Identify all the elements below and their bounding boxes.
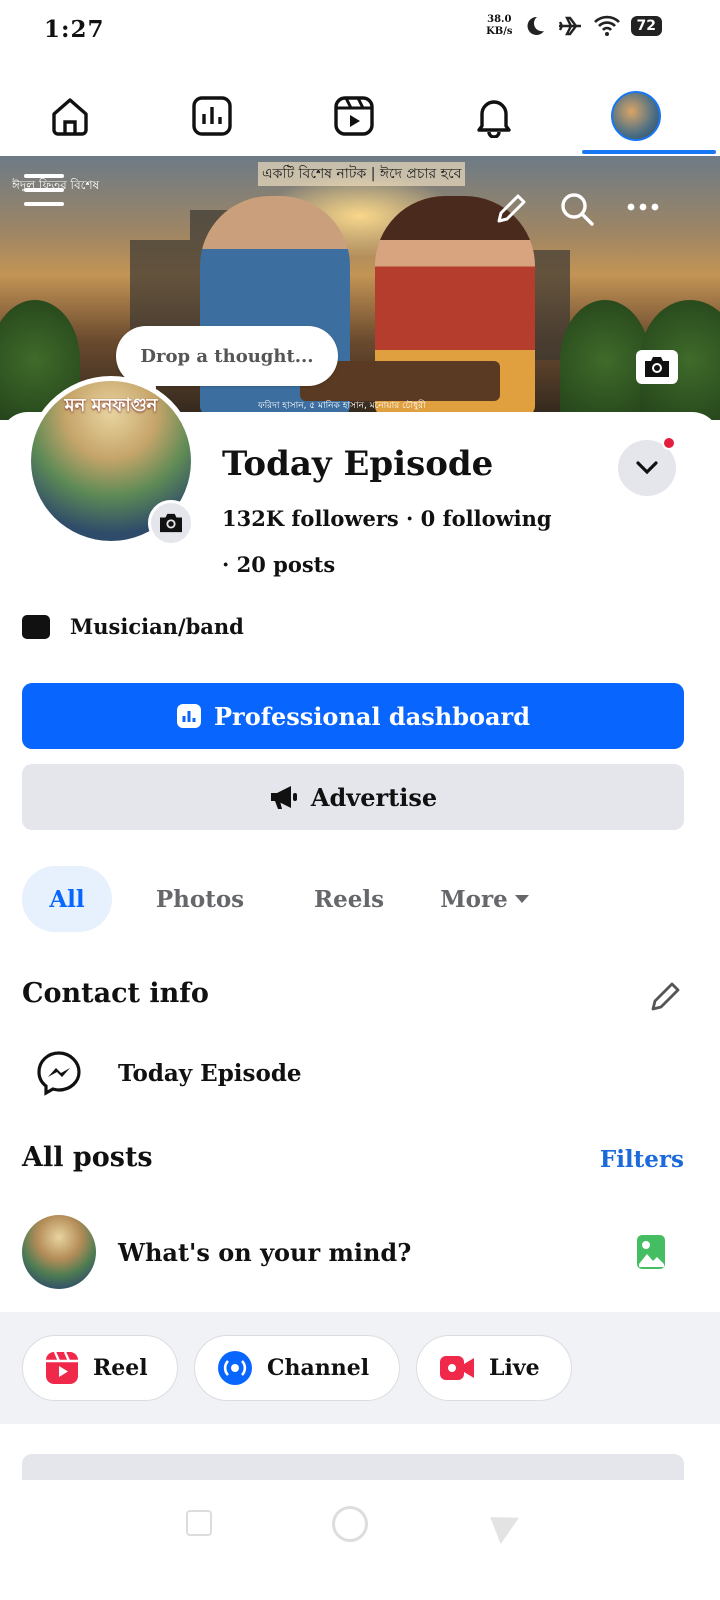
nav-video[interactable]	[326, 88, 382, 144]
menu-button[interactable]	[24, 172, 64, 208]
poster-title: মন মনফাগুন	[64, 395, 158, 416]
network-speed-unit: KB/s	[486, 26, 513, 37]
video-icon	[334, 96, 374, 136]
nav-notifications[interactable]	[466, 88, 522, 144]
reel-icon	[46, 1351, 78, 1384]
status-icons: 38.0 KB/s 72	[486, 14, 662, 38]
professional-dashboard-label: Professional dashboard	[214, 701, 530, 731]
follower-stats[interactable]: 132K followers · 0 following	[222, 506, 552, 531]
pencil-icon	[497, 194, 526, 223]
recents-button[interactable]	[186, 1510, 212, 1536]
search-button[interactable]	[558, 190, 596, 228]
tab-more-label: More	[440, 885, 508, 913]
wifi-icon	[593, 15, 620, 36]
post-count[interactable]: · 20 posts	[222, 552, 335, 577]
chevron-down-icon	[636, 461, 658, 475]
megaphone-icon	[270, 786, 297, 809]
tab-photos[interactable]: Photos	[112, 866, 288, 932]
moon-icon	[527, 16, 544, 35]
status-time: 1:27	[44, 16, 105, 43]
edit-profile-button[interactable]	[494, 192, 528, 226]
professional-dashboard-button[interactable]: Professional dashboard	[22, 683, 684, 749]
channel-icon	[218, 1351, 252, 1385]
pencil-icon	[651, 982, 680, 1011]
battery-indicator: 72	[630, 16, 662, 36]
drop-thought-bubble[interactable]: Drop a thought...	[116, 326, 338, 386]
tab-reels[interactable]: Reels	[288, 866, 410, 932]
bell-icon	[477, 100, 511, 138]
clapperboard-icon	[22, 614, 50, 639]
airplane-icon	[558, 16, 581, 36]
contact-messenger[interactable]: Today Episode	[36, 1050, 302, 1096]
profile-avatar	[611, 91, 661, 141]
live-button[interactable]: Live	[416, 1335, 572, 1401]
dashboard-icon	[192, 96, 232, 136]
edit-contact-button[interactable]	[648, 980, 682, 1018]
photo-icon	[637, 1235, 665, 1269]
all-posts-heading: All posts	[22, 1142, 153, 1173]
tab-more[interactable]: More	[410, 866, 560, 932]
advertise-label: Advertise	[310, 782, 438, 812]
post-composer[interactable]: What's on your mind?	[22, 1214, 702, 1290]
active-tab-indicator	[582, 150, 716, 154]
nav-profile[interactable]	[608, 88, 664, 144]
network-speed: 38.0 KB/s	[486, 14, 512, 38]
add-photo-button[interactable]	[636, 1234, 666, 1274]
top-nav	[0, 80, 720, 156]
status-bar: 1:27 38.0 KB/s 72	[0, 0, 720, 62]
notification-dot	[662, 436, 676, 450]
composer-placeholder: What's on your mind?	[118, 1237, 412, 1267]
nav-dashboard[interactable]	[184, 88, 240, 144]
network-speed-value: 38.0	[487, 14, 512, 25]
more-options-button[interactable]	[626, 200, 660, 214]
filters-link[interactable]: Filters	[600, 1146, 684, 1173]
cover-credits: ফরিদা হাসান, ৫ মানিক হাসান, মনোয়ার চৌধু…	[258, 401, 426, 411]
messenger-name: Today Episode	[118, 1059, 302, 1087]
live-icon	[440, 1356, 474, 1380]
live-label: Live	[489, 1355, 540, 1381]
composer-avatar	[22, 1215, 96, 1289]
hamburger-menu-icon	[24, 174, 64, 206]
channel-label: Channel	[267, 1355, 370, 1381]
dashboard-icon	[177, 704, 201, 728]
reel-button[interactable]: Reel	[22, 1335, 178, 1401]
tab-all[interactable]: All	[22, 866, 112, 932]
reel-label: Reel	[93, 1355, 148, 1381]
system-nav-bar	[0, 1480, 720, 1600]
profile-tabs: All Photos Reels More	[22, 866, 560, 932]
page-category: Musician/band	[22, 614, 244, 639]
edit-profile-picture-button[interactable]	[148, 500, 194, 546]
home-button[interactable]	[332, 1506, 368, 1542]
camera-icon	[645, 357, 669, 377]
profile-name: Today Episode	[222, 444, 494, 484]
advertise-button[interactable]: Advertise	[22, 764, 684, 830]
search-icon	[561, 193, 594, 226]
more-dots-icon	[627, 203, 659, 211]
contact-info-heading: Contact info	[22, 978, 209, 1009]
cover-caption: একটি বিশেষ নাটক | ঈদে প্রচার হবে	[258, 162, 466, 186]
category-label: Musician/band	[70, 614, 244, 639]
back-button[interactable]	[480, 1504, 520, 1544]
camera-icon	[160, 513, 182, 533]
quick-actions: Reel Channel Live	[0, 1312, 720, 1424]
caret-down-icon	[514, 895, 529, 903]
channel-button[interactable]: Channel	[194, 1335, 400, 1401]
messenger-icon	[37, 1051, 81, 1096]
edit-cover-button[interactable]	[636, 350, 678, 384]
nav-home[interactable]	[42, 88, 98, 144]
home-icon	[52, 98, 88, 136]
